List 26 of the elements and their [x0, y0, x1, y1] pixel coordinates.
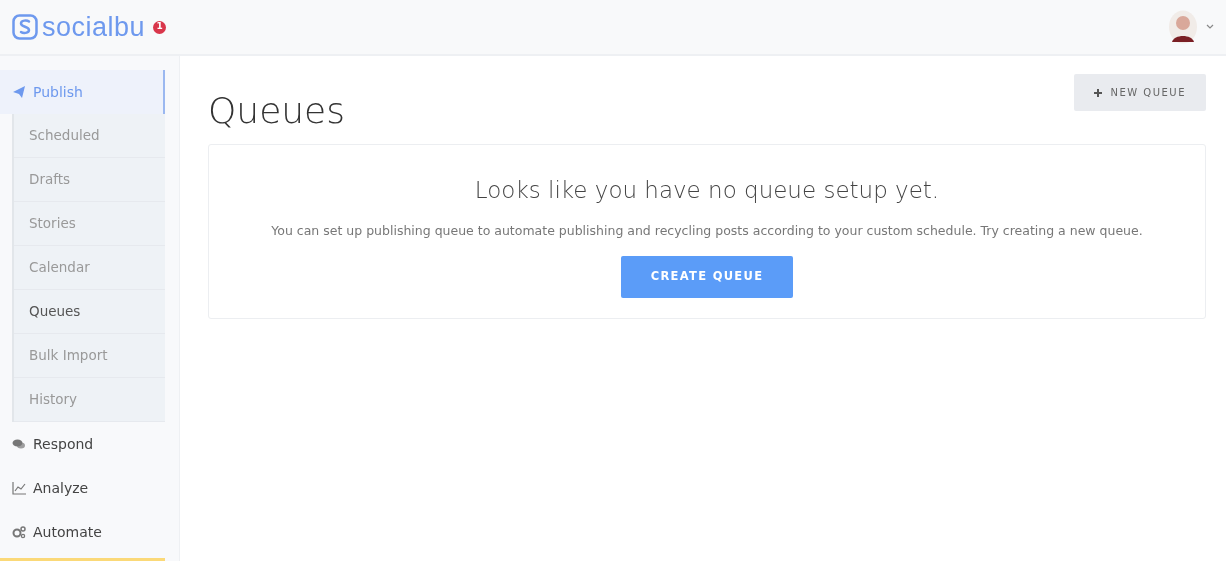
sidebar-subitem[interactable]: Scheduled	[14, 114, 165, 158]
sidebar-subitem[interactable]: Drafts	[14, 158, 165, 202]
plus-icon	[1094, 88, 1103, 97]
sidebar-subitem[interactable]: History	[14, 378, 165, 422]
sidebar-subitem[interactable]: Stories	[14, 202, 165, 246]
avatar[interactable]	[1168, 10, 1198, 44]
create-queue-button[interactable]: CREATE QUEUE	[620, 256, 794, 298]
empty-state-text: You can set up publishing queue to automate publishing and recycling posts according to your custom schedule. Try creating a new queue.	[270, 221, 1144, 240]
notification-badge[interactable]: 1	[153, 20, 167, 34]
line-chart-icon	[12, 481, 26, 495]
sidebar-subitem[interactable]: Bulk Import	[14, 334, 165, 378]
sidebar-subitem[interactable]: Calendar	[14, 246, 165, 290]
new-queue-button[interactable]: NEW QUEUE	[1074, 74, 1206, 111]
sidebar-item[interactable]: Analyze	[0, 466, 165, 510]
sidebar-item[interactable]: Automate	[0, 510, 165, 554]
sidebar-item[interactable]: Publish	[0, 70, 165, 114]
gears-icon	[12, 525, 26, 539]
sidebar-item[interactable]: Respond	[0, 422, 165, 466]
sidebar-subitem[interactable]: Queues	[14, 290, 165, 334]
logo-icon	[12, 14, 38, 40]
caret-icon[interactable]	[1206, 24, 1214, 30]
page-title: Queues	[208, 89, 346, 133]
chat-icon	[12, 437, 26, 451]
brand-name: socialbu	[42, 13, 146, 41]
send-icon	[12, 85, 26, 99]
empty-state-heading: Looks like you have no queue setup yet.	[473, 176, 941, 205]
